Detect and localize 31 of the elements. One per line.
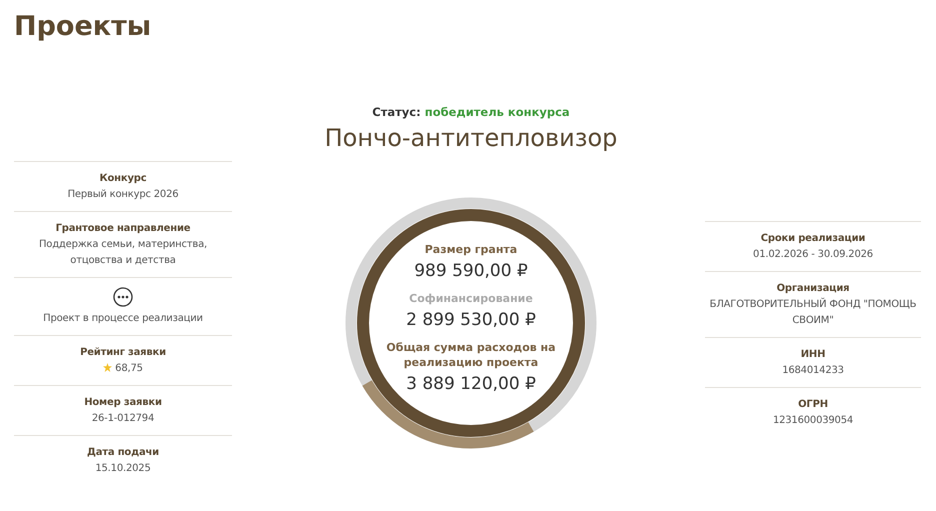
amount-value: 989 590,00 ₽: [414, 261, 528, 281]
field-label: Номер заявки: [84, 396, 162, 410]
star-icon: [103, 363, 112, 372]
amount-label: Размер гранта: [424, 242, 518, 257]
amount-value: 2 899 530,00 ₽: [406, 310, 536, 330]
field-value: Первый конкурс 2026: [68, 188, 178, 202]
amount-label: Общая сумма расходов на реализацию проекта: [385, 340, 557, 370]
project-state: Проект в процессе реализации: [43, 312, 203, 326]
field-value: 15.10.2025: [95, 462, 151, 476]
field-value: 1684014233: [782, 364, 844, 378]
field-label: Дата подачи: [87, 446, 159, 460]
field-value: 26-1-012794: [92, 412, 154, 426]
field-value: 1231600039054: [772, 414, 854, 428]
field-label: Грантовое направление: [56, 222, 190, 236]
field-label: Конкурс: [100, 172, 146, 186]
field-label: ИНН: [800, 348, 826, 362]
field-label: Рейтинг заявки: [80, 346, 166, 360]
status-value: победитель конкурса: [424, 105, 570, 119]
field-label: ОГРН: [798, 398, 828, 412]
field-label: Сроки реализации: [760, 232, 866, 246]
amount-label: Софинансирование: [409, 291, 533, 306]
field-value: 01.02.2026 - 30.09.2026: [753, 248, 873, 262]
page-title: Проекты: [14, 10, 152, 44]
field-label: Организация: [776, 282, 850, 296]
field-value: Поддержка семьи, материнства, отцовства и детства: [38, 238, 208, 268]
amount-value: 3 889 120,00 ₽: [406, 374, 536, 394]
rating-value: 68,75: [115, 362, 143, 376]
project-title: Пончо-антитепловизор: [324, 123, 618, 154]
status-label: Статус:: [372, 105, 421, 119]
field-value: БЛАГОТВОРИТЕЛЬНЫЙ ФОНД "ПОМОЩЬ СВОИМ": [708, 297, 918, 328]
ellipsis-icon: [113, 287, 133, 307]
